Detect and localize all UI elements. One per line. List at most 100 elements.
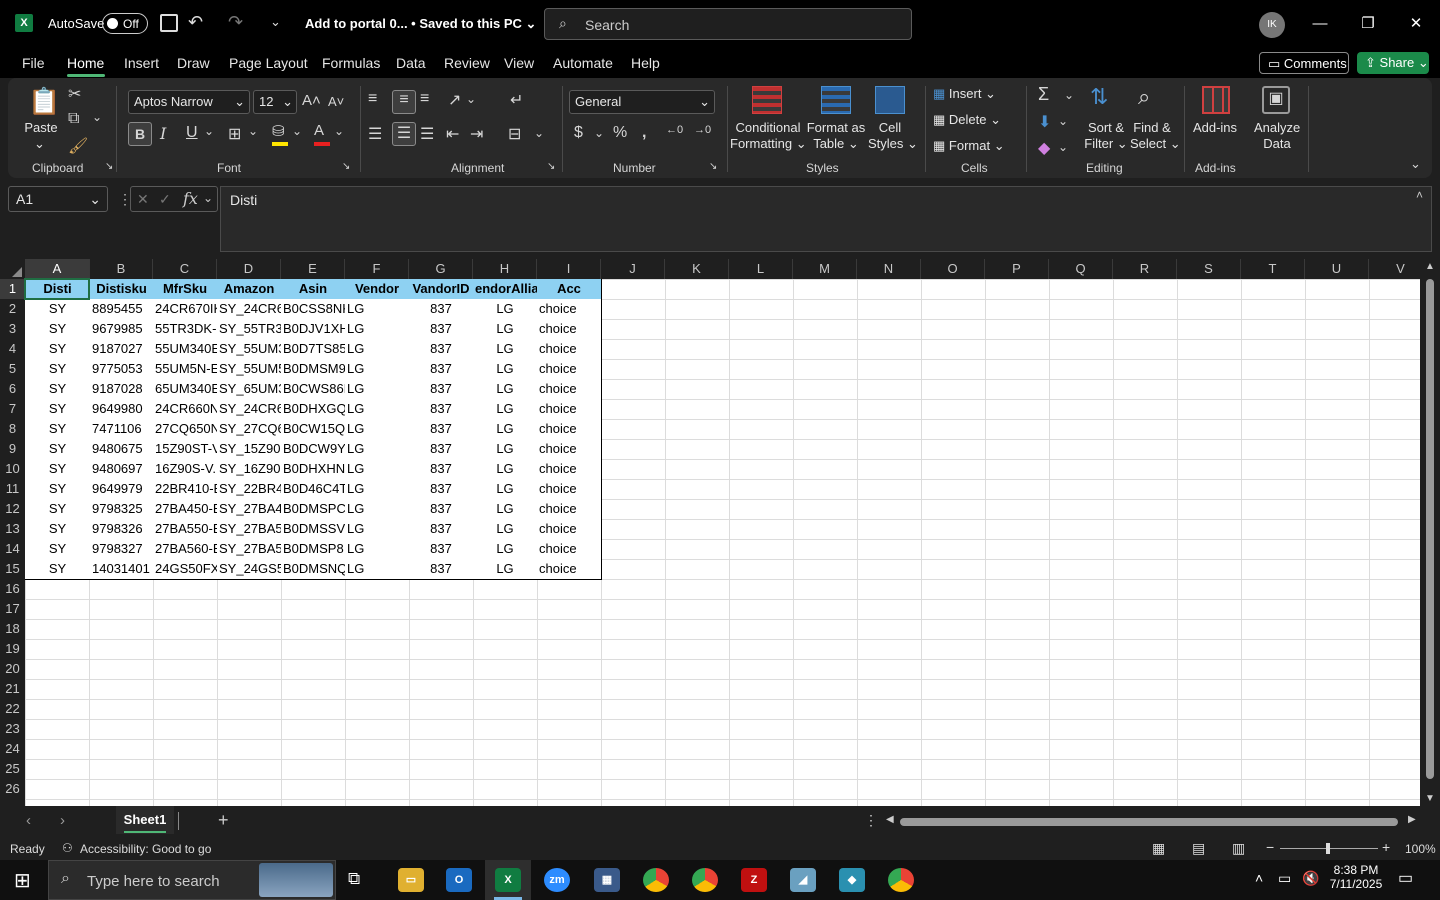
table-cell[interactable]: LG [473, 339, 538, 360]
table-cell[interactable]: 9480697 [90, 459, 154, 480]
table-header-cell[interactable]: Disti [25, 279, 91, 300]
paste-dropdown-icon[interactable]: ⌄ [34, 136, 45, 152]
table-cell[interactable]: SY_55UM3 [217, 339, 282, 360]
clear-icon[interactable]: ◆ [1038, 138, 1050, 158]
table-cell[interactable]: choice [537, 399, 602, 420]
column-header[interactable]: A [25, 259, 90, 279]
row-header[interactable]: 11 [0, 479, 25, 499]
table-cell[interactable]: B0CSS8NK [281, 299, 346, 320]
maximize-icon[interactable]: ❐ [1356, 12, 1380, 36]
table-cell[interactable]: 55UM340E [153, 339, 218, 360]
conditional-formatting-button[interactable]: Conditional Formatting ⌄ [730, 120, 807, 152]
table-cell[interactable]: LG [345, 399, 410, 420]
table-cell[interactable]: LG [345, 419, 410, 440]
font-size-select[interactable]: 12 ⌄ [253, 90, 297, 114]
fill-color-dropdown-icon[interactable]: ⌄ [292, 124, 302, 138]
fill-icon[interactable]: ⬇ [1038, 112, 1051, 132]
save-icon[interactable] [160, 14, 178, 32]
decrease-indent-icon[interactable]: ⇤ [446, 124, 459, 144]
customize-qat-icon[interactable]: ⌄ [270, 14, 281, 30]
select-all-button[interactable] [0, 259, 25, 279]
wrap-text-icon[interactable]: ↵ [510, 90, 523, 110]
clear-dropdown-icon[interactable]: ⌄ [1058, 140, 1068, 154]
table-cell[interactable]: B0D7TS85 [281, 339, 346, 360]
currency-dropdown-icon[interactable]: ⌄ [594, 126, 604, 140]
decrease-font-icon[interactable]: A˅ [328, 94, 344, 109]
chrome-icon[interactable] [643, 868, 669, 892]
table-header-cell[interactable]: Distisku [90, 279, 154, 300]
table-cell[interactable]: 27CQ650N [153, 419, 218, 440]
row-header[interactable]: 22 [0, 699, 25, 719]
table-cell[interactable]: 837 [409, 399, 474, 420]
chrome-profile-icon[interactable] [888, 868, 914, 892]
table-cell[interactable]: 837 [409, 459, 474, 480]
cut-icon[interactable]: ✂ [68, 84, 81, 104]
font-color-icon[interactable]: A [314, 122, 330, 146]
table-cell[interactable]: 9775053 [90, 359, 154, 380]
insert-cells-button[interactable]: ▦ Insert ⌄ [933, 86, 996, 102]
row-header[interactable]: 13 [0, 519, 25, 539]
zoom-level[interactable]: 100% [1405, 842, 1436, 856]
table-cell[interactable]: 9798327 [90, 539, 154, 560]
table-cell[interactable]: choice [537, 439, 602, 460]
font-color-dropdown-icon[interactable]: ⌄ [334, 124, 344, 138]
row-header[interactable]: 7 [0, 399, 25, 419]
table-cell[interactable]: B0D46C4T [281, 479, 346, 500]
table-cell[interactable]: 837 [409, 539, 474, 560]
chrome-profile-icon[interactable] [692, 868, 718, 892]
table-cell[interactable]: LG [473, 519, 538, 540]
table-cell[interactable]: LG [473, 399, 538, 420]
table-cell[interactable]: LG [473, 299, 538, 320]
table-cell[interactable]: choice [537, 359, 602, 380]
cell-grid[interactable]: Disti Distisku MfrSku Amazon Asin Vendor Vando… [24, 278, 1420, 806]
notifications-icon[interactable]: ▭ [1398, 868, 1413, 888]
sort-filter-button[interactable]: Sort & Filter ⌄ [1084, 120, 1128, 152]
table-cell[interactable]: LG [345, 519, 410, 540]
bold-icon[interactable]: B [128, 122, 152, 146]
column-header[interactable]: C [153, 259, 217, 279]
table-cell[interactable]: 65UM340E [153, 379, 218, 400]
row-header[interactable]: 24 [0, 739, 25, 759]
table-cell[interactable]: 27BA450-E [153, 499, 218, 520]
filezilla-icon[interactable]: Z [741, 868, 767, 892]
table-cell[interactable]: LG [345, 319, 410, 340]
table-cell[interactable]: 14031401 [90, 559, 154, 580]
column-header[interactable]: H [473, 259, 537, 279]
table-cell[interactable]: 24CR670IK [153, 299, 218, 320]
clipboard-launcher-icon[interactable]: ↘ [105, 161, 113, 172]
minimize-icon[interactable]: — [1308, 12, 1332, 36]
zoom-in-icon[interactable]: + [1382, 839, 1390, 855]
row-header[interactable]: 20 [0, 659, 25, 679]
tab-data[interactable]: Data [396, 55, 426, 71]
table-cell[interactable]: LG [473, 499, 538, 520]
tab-help[interactable]: Help [631, 55, 660, 71]
sheet-tab-sheet1[interactable]: Sheet1 [116, 806, 174, 834]
vertical-scroll-thumb[interactable] [1426, 279, 1434, 779]
table-cell[interactable]: SY_55UM5 [217, 359, 282, 380]
row-header[interactable]: 14 [0, 539, 25, 559]
column-header[interactable]: I [537, 259, 601, 279]
delete-cells-button[interactable]: ▦ Delete ⌄ [933, 112, 1001, 128]
row-header[interactable]: 9 [0, 439, 25, 459]
table-cell[interactable]: 837 [409, 519, 474, 540]
table-cell[interactable]: 9649979 [90, 479, 154, 500]
table-cell[interactable]: SY_22BR41 [217, 479, 282, 500]
align-left-icon[interactable]: ☰ [368, 124, 382, 144]
row-header[interactable]: 16 [0, 579, 25, 599]
table-cell[interactable]: 24CR660N [153, 399, 218, 420]
collapse-formula-bar-icon[interactable]: ˄ [1416, 188, 1423, 202]
tab-file[interactable]: File [22, 55, 45, 71]
paste-button[interactable]: Paste [24, 120, 58, 136]
collapse-ribbon-icon[interactable]: ⌄ [1410, 156, 1421, 172]
table-cell[interactable]: LG [473, 379, 538, 400]
table-cell[interactable]: SY [25, 459, 91, 480]
formula-input[interactable]: Disti [220, 186, 1432, 252]
row-header[interactable]: 4 [0, 339, 25, 359]
table-cell[interactable]: B0CWS86L [281, 379, 346, 400]
column-header[interactable]: N [857, 259, 921, 279]
align-top-icon[interactable]: ≡ [368, 90, 377, 108]
table-cell[interactable]: B0DCW9YJ [281, 439, 346, 460]
volume-muted-icon[interactable]: 🔇 [1302, 870, 1319, 887]
table-cell[interactable]: B0DMSNQ [281, 559, 346, 580]
scroll-down-icon[interactable]: ▼ [1425, 793, 1435, 804]
